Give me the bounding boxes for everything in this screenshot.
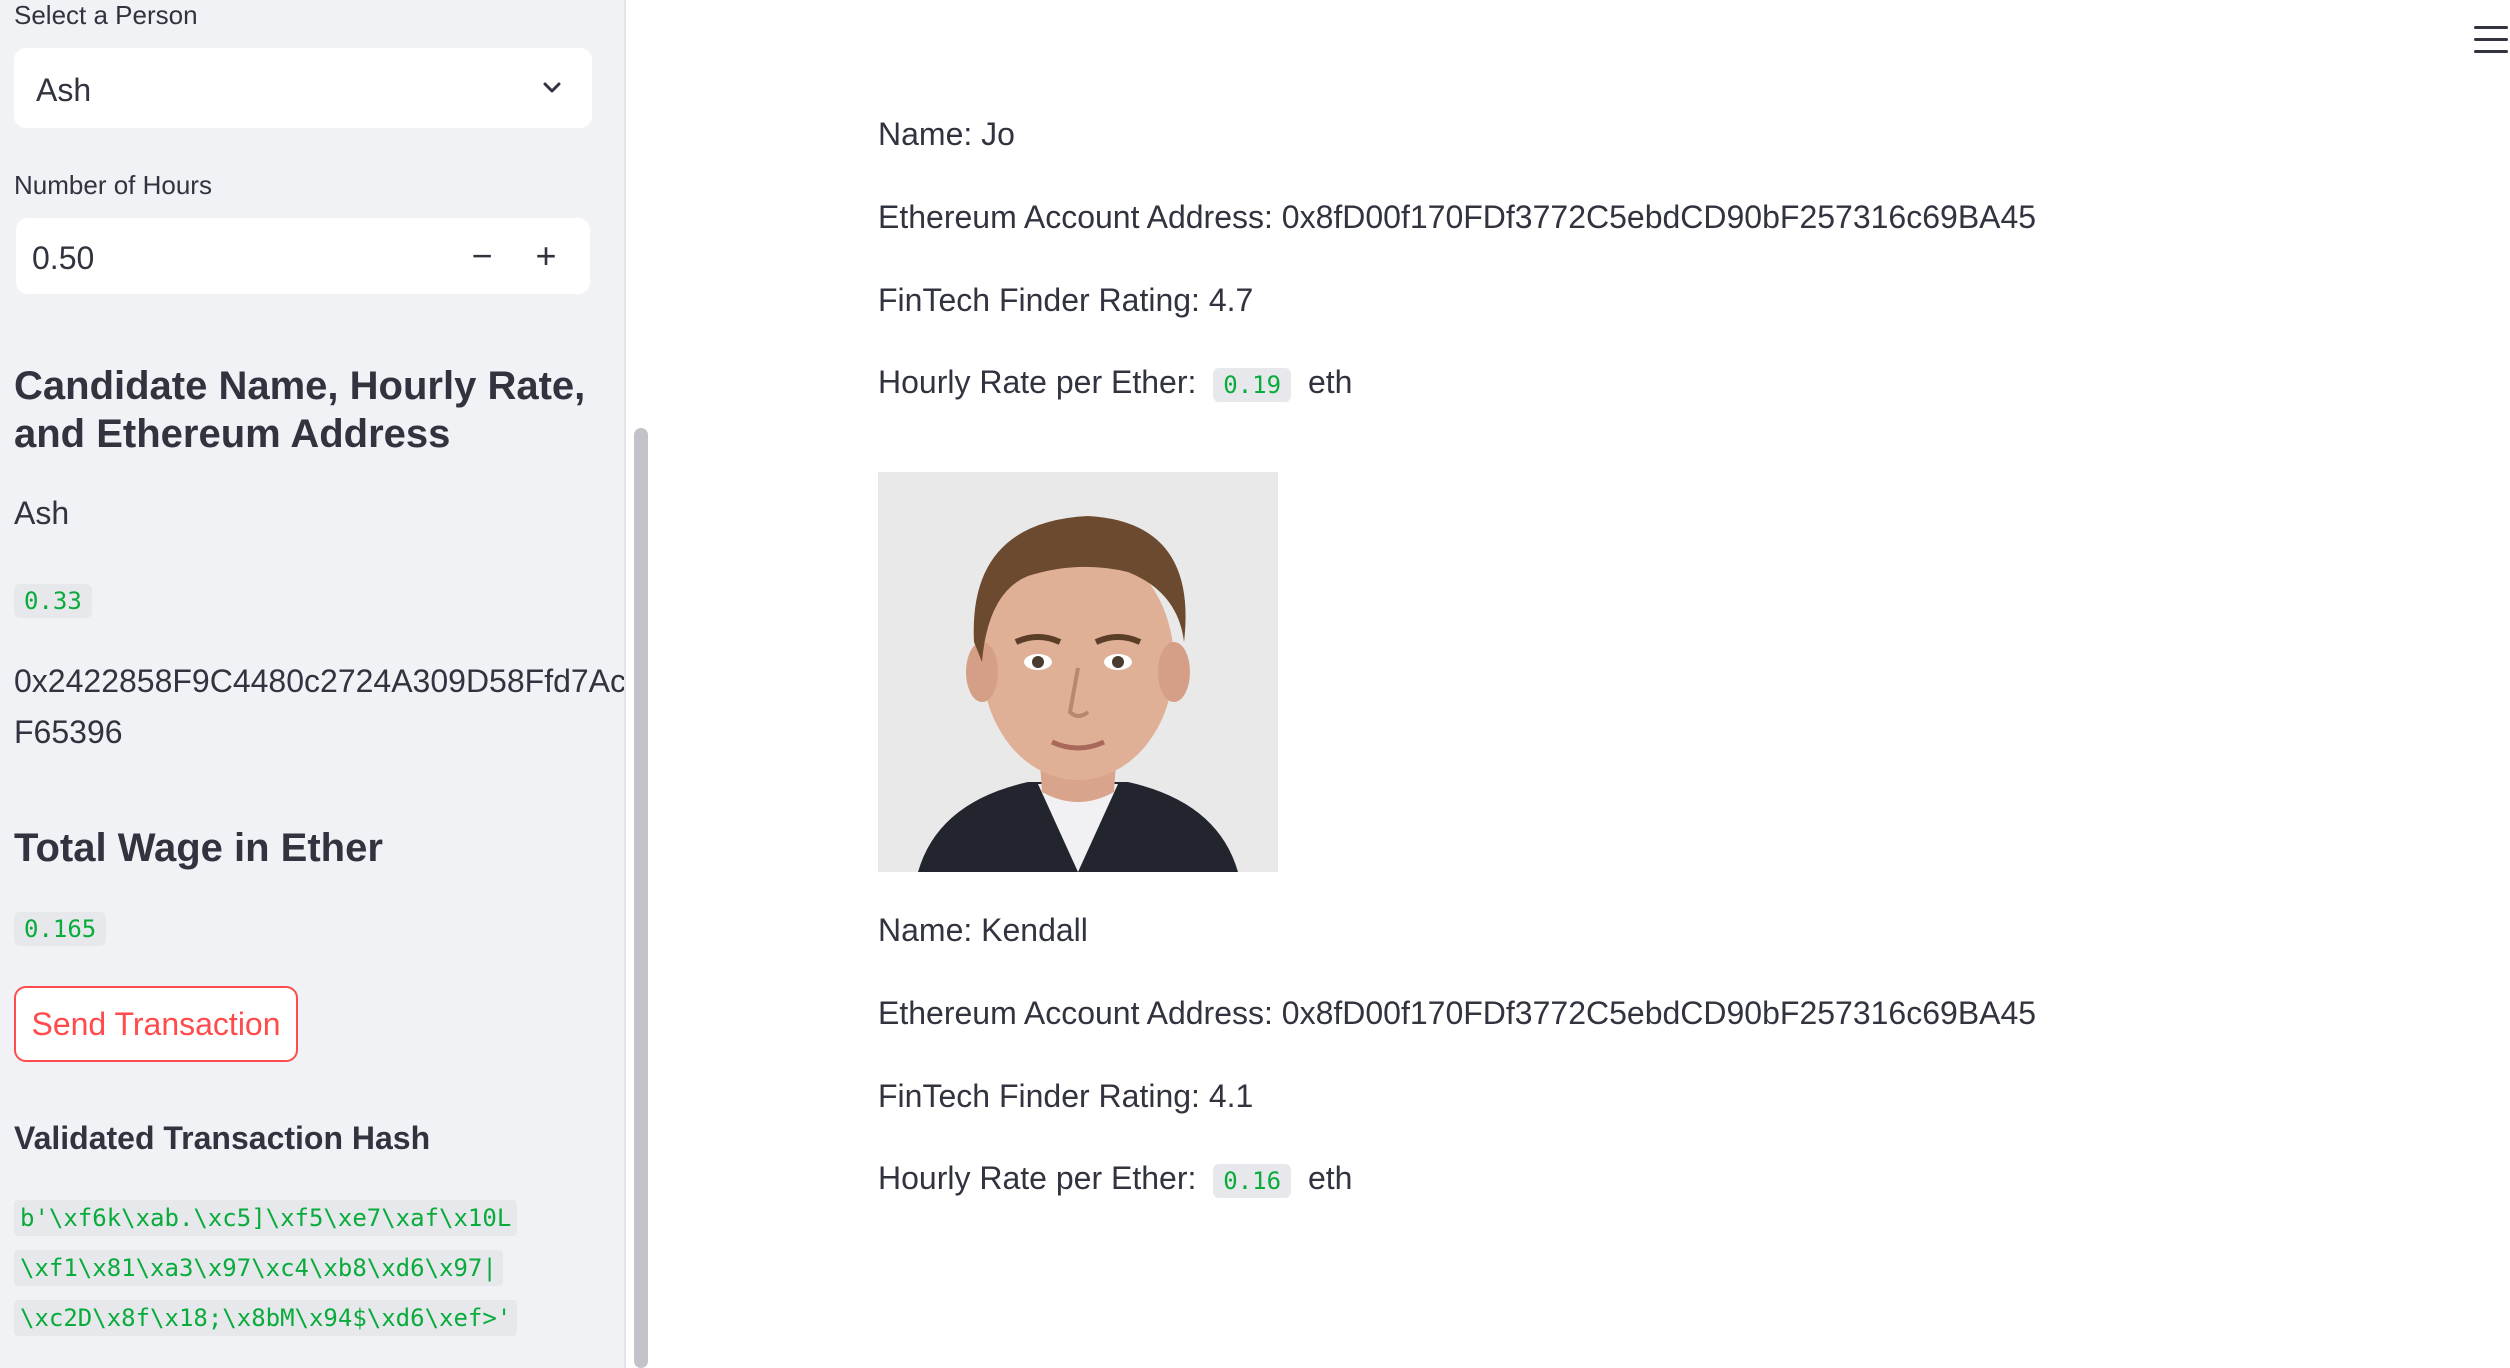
sidebar-scrollbar[interactable] [634, 428, 648, 1368]
candidate-address-line: 0x2422858F9C4480c2724A309D58Ffd7Ac8b [14, 663, 626, 699]
transaction-hash: b'\xf6k\xab.\xc5]\xf5\xe7\xaf\x10L \xf1\… [14, 1200, 518, 1350]
hourly-rate-prefix: Hourly Rate per Ether: [878, 1160, 1197, 1196]
menu-line [2474, 50, 2508, 53]
decrement-button[interactable]: − [454, 232, 510, 280]
candidate-name: Name: Kendall [878, 912, 1088, 948]
candidate-hourly-rate: Hourly Rate per Ether: 0.19 eth [878, 364, 1352, 402]
menu-line [2474, 38, 2508, 41]
candidate-heading-line: Candidate Name, Hourly Rate, [14, 364, 586, 408]
candidate-heading: Candidate Name, Hourly Rate, and Ethereu… [14, 362, 585, 458]
hourly-rate-value: 0.19 [1213, 368, 1292, 402]
wage-value: 0.165 [14, 912, 107, 946]
hash-line: \xc2D\x8f\x18;\x8bM\x94$\xd6\xef>' [14, 1300, 518, 1336]
person-select[interactable]: Ash [14, 48, 592, 128]
send-transaction-button[interactable]: Send Transaction [14, 986, 298, 1062]
hash-heading: Validated Transaction Hash [14, 1120, 431, 1156]
chevron-down-icon [543, 82, 561, 93]
portrait-image [878, 472, 1278, 872]
menu-line [2474, 26, 2508, 29]
candidate-hourly-rate: Hourly Rate per Ether: 0.16 eth [878, 1160, 1352, 1198]
hours-label: Number of Hours [14, 170, 212, 200]
hourly-rate-value: 0.16 [1213, 1164, 1292, 1198]
wage-heading: Total Wage in Ether [14, 826, 383, 870]
candidate-heading-line: and Ethereum Address [14, 412, 451, 456]
hash-line: b'\xf6k\xab.\xc5]\xf5\xe7\xaf\x10L [14, 1200, 518, 1236]
candidate-address: 0x2422858F9C4480c2724A309D58Ffd7Ac8b F65… [14, 656, 626, 758]
candidate-address: Ethereum Account Address: 0x8fD00f170FDf… [878, 995, 2037, 1031]
hours-stepper: 0.50 − + [16, 218, 590, 294]
candidate-rate: 0.33 [14, 584, 92, 618]
select-person-label: Select a Person [14, 0, 198, 30]
candidate-name: Ash [14, 495, 70, 531]
hourly-rate-unit: eth [1307, 1160, 1353, 1196]
candidate-photo [878, 472, 1278, 872]
increment-button[interactable]: + [518, 232, 574, 280]
sidebar: Select a Person Ash Number of Hours 0.50… [0, 0, 626, 1368]
hash-line: \xf1\x81\xa3\x97\xc4\xb8\xd6\x97| [14, 1250, 503, 1286]
candidate-rating: FinTech Finder Rating: 4.1 [878, 1078, 1254, 1114]
candidate-name: Name: Jo [878, 116, 1015, 152]
person-select-value: Ash [36, 72, 92, 108]
candidate-rating: FinTech Finder Rating: 4.7 [878, 282, 1254, 318]
candidate-address-line: F65396 [14, 714, 123, 750]
candidate-address: Ethereum Account Address: 0x8fD00f170FDf… [878, 199, 2037, 235]
hourly-rate-unit: eth [1307, 364, 1353, 400]
hours-input[interactable]: 0.50 [32, 240, 94, 277]
hourly-rate-prefix: Hourly Rate per Ether: [878, 364, 1197, 400]
hamburger-menu-icon[interactable] [2474, 26, 2508, 54]
